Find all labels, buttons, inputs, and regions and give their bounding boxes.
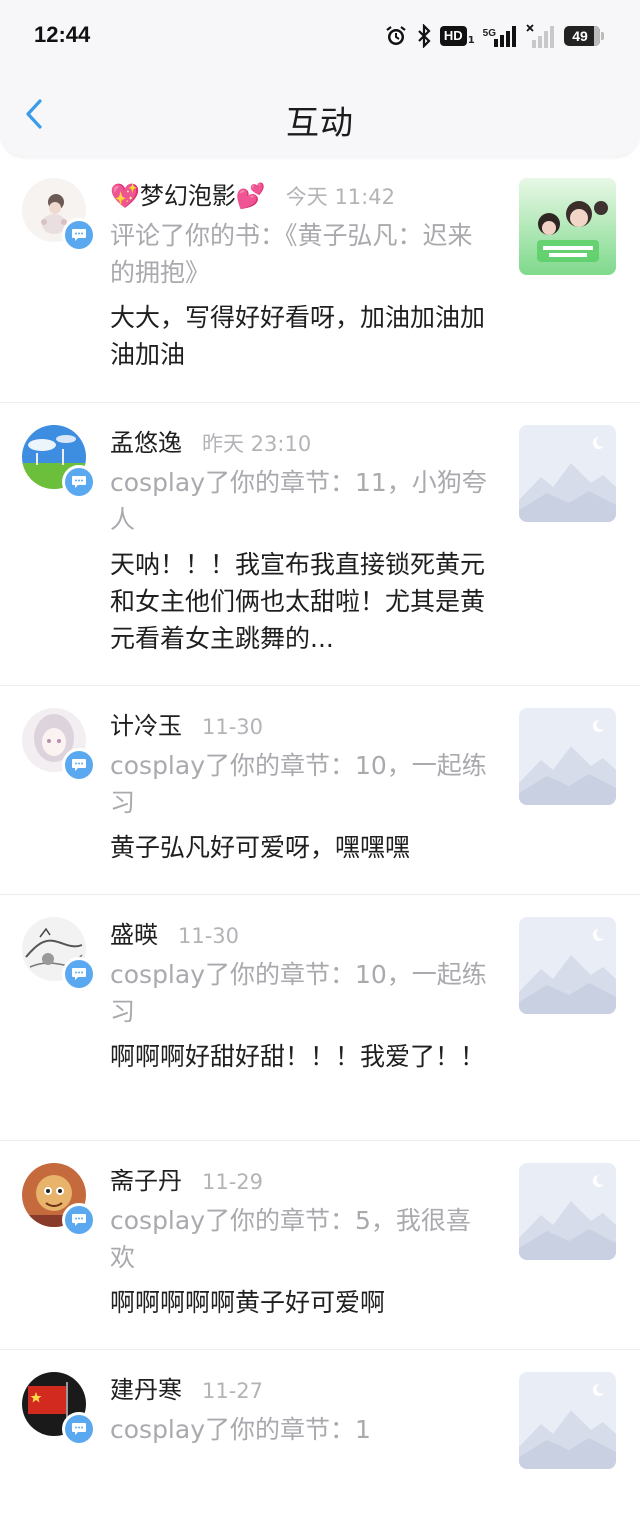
avatar[interactable]: [22, 1163, 96, 1237]
user-name[interactable]: 孟悠逸: [110, 425, 182, 461]
user-name[interactable]: 盛暎: [110, 917, 158, 953]
comment-text: 啊啊啊好甜好甜！！！我爱了！！: [110, 1042, 486, 1071]
item-content: 💖梦幻泡影💕 今天 11:42 评论了你的书：《黄子弘凡：迟来的拥抱》 大大，写…: [110, 178, 490, 373]
avatar[interactable]: [22, 178, 96, 252]
image-placeholder-icon: [519, 1163, 616, 1260]
action-text: cosplay了你的章节：1: [110, 1415, 371, 1444]
action-text: cosplay了你的章节：11，小狗夸人: [110, 468, 487, 534]
item-content: 盛暎 11-30 cosplay了你的章节：10，一起练习 啊啊啊好甜好甜！！！…: [110, 917, 490, 1075]
timestamp: 11-29: [202, 1170, 264, 1194]
action-text: cosplay了你的章节：10，一起练习: [110, 751, 487, 817]
alarm-icon: [384, 24, 408, 48]
list-item[interactable]: 💖梦幻泡影💕 今天 11:42 评论了你的书：《黄子弘凡：迟来的拥抱》 大大，写…: [0, 156, 640, 403]
book-cover-thumbnail[interactable]: [519, 178, 616, 275]
interaction-list: 💖梦幻泡影💕 今天 11:42 评论了你的书：《黄子弘凡：迟来的拥抱》 大大，写…: [0, 156, 640, 1536]
status-bar: 12:44 HD 1 5G 49: [0, 0, 640, 72]
signal-empty-icon: [526, 24, 556, 48]
avatar[interactable]: [22, 917, 96, 991]
action-text: 评论了你的书：《黄子弘凡：迟来的拥抱》: [110, 221, 473, 287]
placeholder-thumbnail[interactable]: [519, 1163, 616, 1260]
timestamp: 11-30: [178, 924, 240, 948]
comment-text: 啊啊啊啊啊黄子好可爱啊: [110, 1288, 386, 1317]
comment-badge-icon: [62, 1412, 96, 1446]
timestamp: 今天 11:42: [285, 185, 395, 209]
timestamp: 昨天 23:10: [202, 432, 312, 456]
battery-icon: 49: [564, 26, 604, 46]
comment-badge-icon: [62, 465, 96, 499]
user-name[interactable]: 斋子丹: [110, 1163, 182, 1199]
comment-badge-icon: [62, 957, 96, 991]
placeholder-thumbnail[interactable]: [519, 1372, 616, 1469]
image-placeholder-icon: [519, 708, 616, 805]
item-content: 斋子丹 11-29 cosplay了你的章节：5，我很喜欢 啊啊啊啊啊黄子好可爱…: [110, 1163, 490, 1321]
action-text: cosplay了你的章节：5，我很喜欢: [110, 1206, 471, 1272]
image-placeholder-icon: [519, 1372, 616, 1469]
status-time: 12:44: [34, 22, 91, 47]
item-content: 计冷玉 11-30 cosplay了你的章节：10，一起练习 黄子弘凡好可爱呀，…: [110, 708, 490, 866]
comment-text: 黄子弘凡好可爱呀，嘿嘿嘿: [110, 833, 411, 862]
user-name[interactable]: 💖梦幻泡影💕: [110, 178, 266, 214]
timestamp: 11-30: [202, 715, 264, 739]
placeholder-thumbnail[interactable]: [519, 708, 616, 805]
avatar[interactable]: [22, 425, 96, 499]
signal-5g-icon: 5G: [483, 25, 518, 47]
comment-badge-icon: [62, 1203, 96, 1237]
list-item[interactable]: 计冷玉 11-30 cosplay了你的章节：10，一起练习 黄子弘凡好可爱呀，…: [0, 686, 640, 895]
image-placeholder-icon: [519, 917, 616, 1014]
item-content: 孟悠逸 昨天 23:10 cosplay了你的章节：11，小狗夸人 天呐！！！我…: [110, 425, 490, 657]
placeholder-thumbnail[interactable]: [519, 917, 616, 1014]
avatar[interactable]: [22, 708, 96, 782]
timestamp: 11-27: [202, 1379, 264, 1403]
list-item[interactable]: 盛暎 11-30 cosplay了你的章节：10，一起练习 啊啊啊好甜好甜！！！…: [0, 895, 640, 1141]
comment-badge-icon: [62, 218, 96, 252]
user-name[interactable]: 计冷玉: [110, 708, 182, 744]
avatar[interactable]: [22, 1372, 96, 1446]
image-placeholder-icon: [519, 425, 616, 522]
hd-icon: HD 1: [439, 26, 475, 46]
user-name[interactable]: 建丹寒: [110, 1372, 182, 1408]
list-item[interactable]: 孟悠逸 昨天 23:10 cosplay了你的章节：11，小狗夸人 天呐！！！我…: [0, 403, 640, 686]
bluetooth-icon: [416, 24, 432, 48]
page-title: 互动: [286, 103, 354, 142]
list-item[interactable]: 斋子丹 11-29 cosplay了你的章节：5，我很喜欢 啊啊啊啊啊黄子好可爱…: [0, 1141, 640, 1350]
comment-text: 天呐！！！我宣布我直接锁死黄元和女主他们俩也太甜啦！尤其是黄元看着女主跳舞的..…: [110, 550, 486, 653]
item-content: 建丹寒 11-27 cosplay了你的章节：1: [110, 1372, 490, 1448]
placeholder-thumbnail[interactable]: [519, 425, 616, 522]
list-item[interactable]: 建丹寒 11-27 cosplay了你的章节：1: [0, 1350, 640, 1536]
status-icons: HD 1 5G 49: [384, 22, 604, 50]
action-text: cosplay了你的章节：10，一起练习: [110, 960, 487, 1026]
nav-bar: 互动: [0, 72, 640, 156]
comment-text: 大大，写得好好看呀，加油加油加油加油: [110, 303, 486, 369]
comment-badge-icon: [62, 748, 96, 782]
